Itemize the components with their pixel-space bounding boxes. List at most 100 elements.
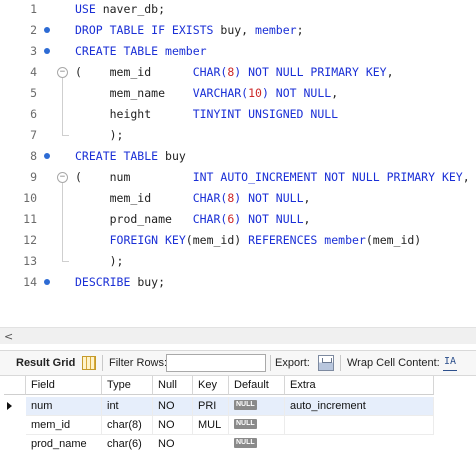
code-token: member: [324, 233, 366, 247]
code-token: INT AUTO_INCREMENT NOT NULL PRIMARY KEY: [192, 170, 463, 184]
code-text: FOREIGN KEY(mem_id) REFERENCES member(me…: [75, 230, 422, 251]
result-toolbar: Result Grid Filter Rows: Export: Wrap Ce…: [0, 350, 476, 376]
code-token: ) NOT NULL: [234, 191, 304, 205]
cell-null[interactable]: NO: [153, 416, 193, 435]
code-line[interactable]: 2 DROP TABLE IF EXISTS buy, member;: [0, 20, 476, 41]
code-line[interactable]: 14 DESCRIBE buy;: [0, 272, 476, 293]
code-token: member: [165, 44, 207, 58]
code-token: ( mem_id: [75, 65, 193, 79]
code-text: DESCRIBE buy;: [75, 272, 165, 293]
filter-rows-label: Filter Rows:: [109, 357, 168, 369]
column-header-type[interactable]: Type: [102, 376, 153, 395]
code-token: VARCHAR(: [192, 86, 249, 100]
wrap-cell-content-icon[interactable]: IA: [443, 355, 457, 371]
table-row[interactable]: prod_name char(6) NO NULL: [4, 435, 434, 454]
code-token: DESCRIBE: [75, 275, 131, 289]
sql-editor[interactable]: 1 USE naver_db; 2 DROP TABLE IF EXISTS buy,…: [0, 0, 476, 327]
fold-collapse-icon[interactable]: −: [57, 172, 68, 183]
row-selector[interactable]: [4, 435, 26, 454]
null-badge: NULL: [234, 438, 257, 448]
cell-key[interactable]: MUL: [193, 416, 229, 435]
cell-null[interactable]: NO: [153, 397, 193, 416]
code-line[interactable]: 8 CREATE TABLE buy: [0, 146, 476, 167]
line-number: 6: [30, 107, 37, 121]
cell-extra[interactable]: auto_increment: [285, 397, 434, 416]
statement-marker-icon[interactable]: [44, 27, 50, 33]
line-number: 14: [23, 275, 37, 289]
cell-default[interactable]: NULL: [229, 416, 285, 435]
line-number: 5: [30, 86, 37, 100]
code-line[interactable]: 13 );: [0, 251, 476, 272]
line-number: 3: [30, 44, 37, 58]
code-token: REFERENCES: [248, 233, 318, 247]
code-line[interactable]: 4 −( mem_id CHAR(8) NOT NULL PRIMARY KEY,: [0, 62, 476, 83]
fold-guide-line: [62, 78, 63, 135]
wrap-cell-content-label: Wrap Cell Content:: [347, 357, 440, 369]
column-header-key[interactable]: Key: [193, 376, 229, 395]
code-line[interactable]: 11 prod_name CHAR(6) NOT NULL,: [0, 209, 476, 230]
code-line[interactable]: 10 mem_id CHAR(8) NOT NULL,: [0, 188, 476, 209]
statement-marker-icon[interactable]: [44, 48, 50, 54]
cell-null[interactable]: NO: [153, 435, 193, 454]
grid-corner-cell[interactable]: [4, 376, 26, 395]
row-selector[interactable]: [4, 397, 26, 416]
grid-layout-icon[interactable]: [82, 356, 96, 370]
line-number: 8: [30, 149, 37, 163]
result-grid-tab[interactable]: Result Grid: [16, 351, 75, 375]
code-line[interactable]: 9 −( num INT AUTO_INCREMENT NOT NULL PRIM…: [0, 167, 476, 188]
result-grid[interactable]: Field Type Null Key Default Extra num int NO PRI N…: [4, 376, 434, 459]
cell-default[interactable]: NULL: [229, 435, 285, 454]
column-header-null[interactable]: Null: [153, 376, 193, 395]
cell-key[interactable]: [193, 435, 229, 454]
statement-marker-icon[interactable]: [44, 153, 50, 159]
column-header-field[interactable]: Field: [26, 376, 102, 395]
line-number: 4: [30, 65, 37, 79]
toolbar-divider: [102, 355, 103, 371]
code-text: CREATE TABLE buy: [75, 146, 186, 167]
cell-extra[interactable]: [285, 435, 434, 454]
code-line[interactable]: 3 CREATE TABLE member: [0, 41, 476, 62]
cell-field[interactable]: mem_id: [26, 416, 102, 435]
cell-extra[interactable]: [285, 416, 434, 435]
row-selector[interactable]: [4, 416, 26, 435]
table-row[interactable]: num int NO PRI NULL auto_increment: [4, 397, 434, 416]
code-line[interactable]: 6 height TINYINT UNSIGNED NULL: [0, 104, 476, 125]
cell-type[interactable]: int: [102, 397, 153, 416]
code-token: CHAR(: [192, 191, 228, 205]
table-row[interactable]: mem_id char(8) NO MUL NULL: [4, 416, 434, 435]
cell-default[interactable]: NULL: [229, 397, 285, 416]
code-text: USE naver_db;: [75, 0, 165, 20]
cell-field[interactable]: prod_name: [26, 435, 102, 454]
fold-guide-line: [62, 183, 63, 261]
code-token: ,: [386, 65, 394, 79]
toolbar-divider: [340, 355, 341, 371]
statement-marker-icon[interactable]: [44, 279, 50, 285]
cell-type[interactable]: char(8): [102, 416, 153, 435]
line-number: 2: [30, 23, 37, 37]
code-text: );: [75, 125, 124, 146]
editor-horizontal-scrollbar[interactable]: <: [0, 327, 476, 344]
cell-key[interactable]: PRI: [193, 397, 229, 416]
filter-rows-input[interactable]: [166, 354, 266, 372]
line-number: 9: [30, 170, 37, 184]
fold-collapse-icon[interactable]: −: [57, 67, 68, 78]
code-token: DROP TABLE IF EXISTS: [75, 23, 214, 37]
code-token: );: [75, 128, 124, 142]
code-token: mem_id: [75, 191, 193, 205]
column-header-extra[interactable]: Extra: [285, 376, 434, 395]
code-line[interactable]: 12 FOREIGN KEY(mem_id) REFERENCES member…: [0, 230, 476, 251]
export-icon[interactable]: [318, 355, 334, 371]
code-token: );: [75, 254, 124, 268]
column-header-default[interactable]: Default: [229, 376, 285, 395]
code-token: member: [255, 23, 297, 37]
cell-field[interactable]: num: [26, 397, 102, 416]
code-token: 10: [248, 86, 262, 100]
code-line[interactable]: 1 USE naver_db;: [0, 0, 476, 20]
code-token: USE: [75, 2, 96, 16]
code-line[interactable]: 5 mem_name VARCHAR(10) NOT NULL,: [0, 83, 476, 104]
cell-type[interactable]: char(6): [102, 435, 153, 454]
code-text: prod_name CHAR(6) NOT NULL,: [75, 209, 311, 230]
code-token: CREATE TABLE: [75, 149, 159, 163]
scroll-left-arrow-icon[interactable]: <: [4, 330, 13, 343]
code-line[interactable]: 7 );: [0, 125, 476, 146]
